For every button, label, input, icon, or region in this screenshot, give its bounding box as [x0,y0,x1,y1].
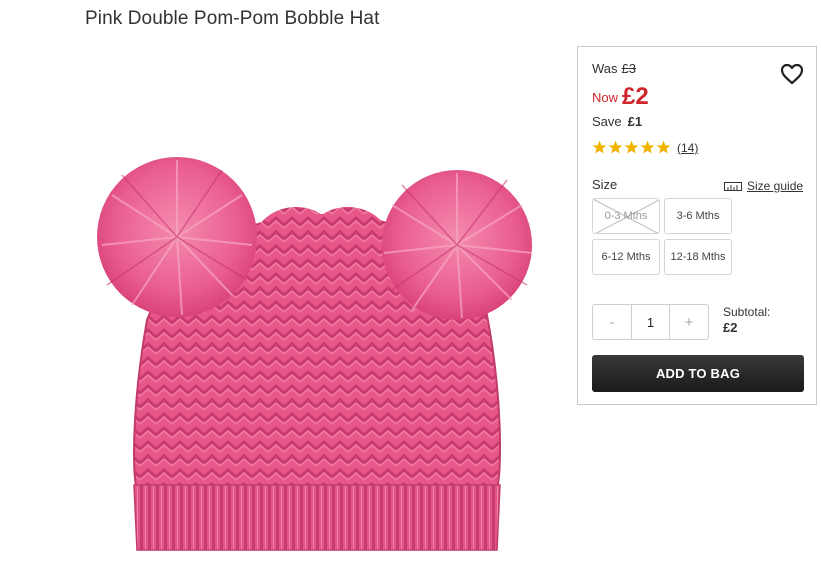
was-label: Was [592,61,618,76]
star-icon [592,140,607,154]
save-amount: Save £1 [592,114,642,129]
was-price: Was £3 [592,61,636,76]
subtotal: Subtotal: £2 [723,304,770,336]
was-value: £3 [621,61,636,76]
save-label: Save [592,114,622,129]
star-icon [656,140,671,154]
size-guide-label: Size guide [747,179,804,193]
size-option-3-6-mths[interactable]: 3-6 Mths [664,198,732,234]
size-label: Size [592,177,618,192]
size-option-6-12-mths[interactable]: 6-12 Mths [592,239,660,275]
star-icon [624,140,639,154]
quantity-stepper: - 1 + [592,304,709,340]
size-guide-link[interactable]: Size guide [724,179,803,193]
star-rating [592,140,671,155]
quantity-decrease-button[interactable]: - [593,305,631,339]
save-value: £1 [627,114,643,129]
ruler-icon [724,181,742,191]
quantity-increase-button[interactable]: + [670,305,708,339]
rating: (14) [592,140,698,155]
heart-outline-icon [780,63,804,85]
product-image [97,157,533,551]
star-icon [640,140,655,154]
size-option-12-18-mths[interactable]: 12-18 Mths [664,239,732,275]
size-option-0-3-mths[interactable]: 0-3 Mths [592,198,660,234]
review-count-link[interactable]: (14) [677,141,698,155]
size-option-label: 3-6 Mths [676,210,720,222]
quantity-value[interactable]: 1 [631,305,670,339]
size-option-label: 12-18 Mths [670,251,726,263]
now-label: Now [592,90,619,105]
star-icon [608,140,623,154]
size-option-label: 6-12 Mths [601,251,651,263]
subtotal-label: Subtotal: [723,305,771,319]
product-title: Pink Double Pom-Pom Bobble Hat [85,8,380,29]
wishlist-button[interactable] [780,62,804,86]
now-price: Now £2 [592,83,649,111]
add-to-bag-button[interactable]: ADD TO BAG [592,355,804,392]
now-value: £2 [622,83,649,110]
size-option-label: 0-3 Mths [604,210,648,222]
purchase-panel: Was £3 Now £2 Save £1 (14) Size Size guide … [577,46,817,405]
subtotal-value: £2 [723,320,738,335]
